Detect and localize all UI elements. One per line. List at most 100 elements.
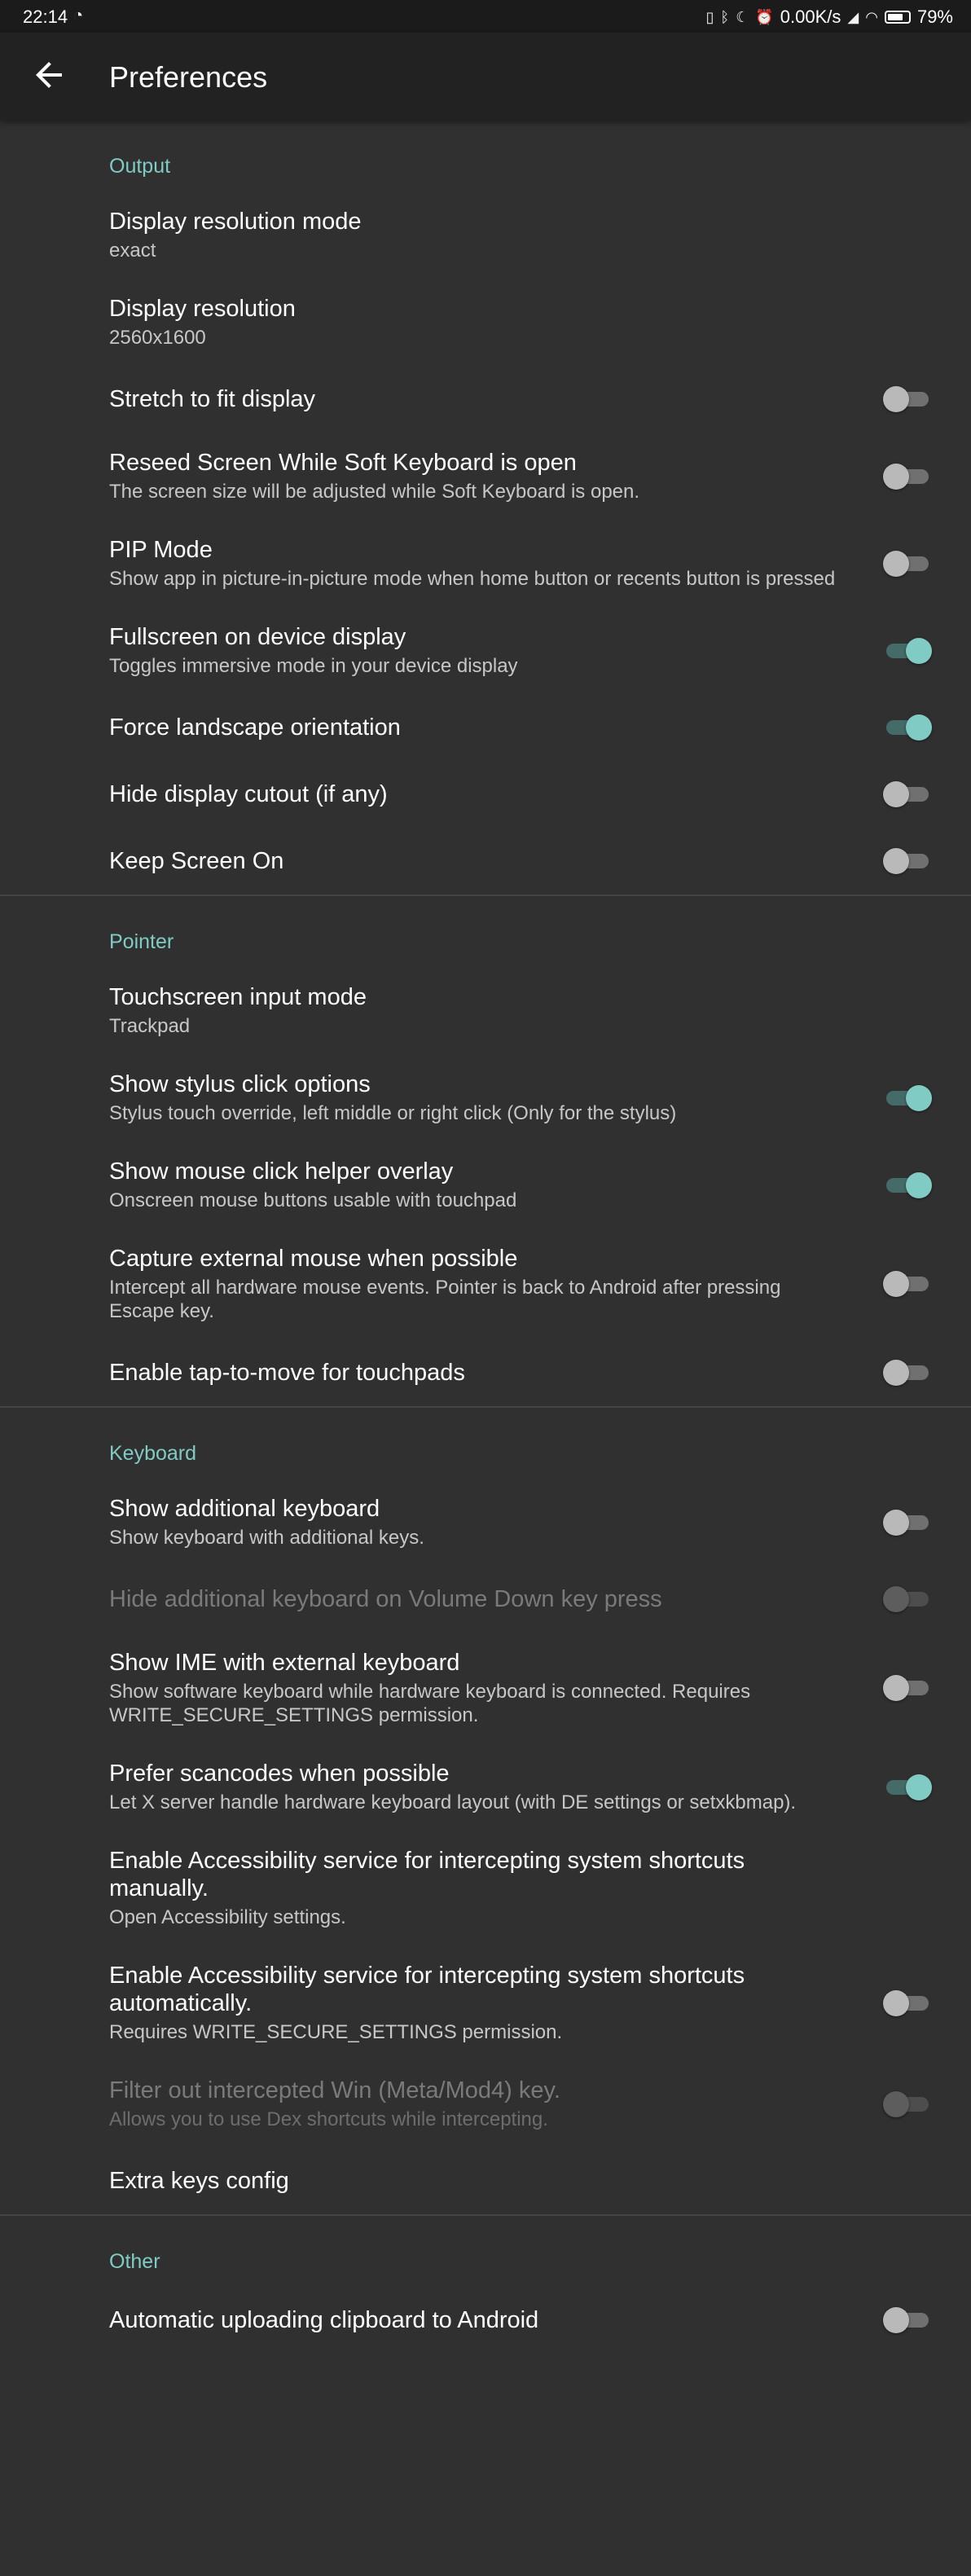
pref-summary: 2560x1600 xyxy=(109,327,206,349)
pref-prefer-scancodes[interactable]: Prefer scancodes when possible Let X ser… xyxy=(0,1743,971,1831)
pref-title: Fullscreen on device display xyxy=(109,624,406,650)
pref-title: Touchscreen input mode xyxy=(109,984,367,1010)
pref-display-resolution[interactable]: Display resolution 2560x1600 xyxy=(0,279,971,366)
capture-mouse-toggle[interactable] xyxy=(883,1269,932,1299)
pref-title: Prefer scancodes when possible xyxy=(109,1761,450,1787)
stylus-toggle[interactable] xyxy=(883,1084,932,1113)
landscape-toggle[interactable] xyxy=(883,713,932,742)
preferences-list: Output Display resolution mode exact Dis… xyxy=(0,121,971,2354)
pref-summary: Requires WRITE_SECURE_SETTINGS permissio… xyxy=(109,2021,563,2043)
pref-extra-keys-config[interactable]: Extra keys config xyxy=(0,2147,971,2214)
pref-title: Extra keys config xyxy=(109,2168,289,2194)
app-bar: Preferences xyxy=(0,33,971,121)
pref-summary: The screen size will be adjusted while S… xyxy=(109,481,640,503)
pref-fullscreen[interactable]: Fullscreen on device display Toggles imm… xyxy=(0,607,971,694)
battery-icon xyxy=(884,11,911,24)
status-icons: ▯ ᛒ ☾ ⏰ 0.00K/s ◢ ◠ 79% xyxy=(706,7,954,28)
section-pointer: Pointer Touchscreen input mode Trackpad … xyxy=(0,896,971,1408)
pref-accessibility-automatic[interactable]: Enable Accessibility service for interce… xyxy=(0,1945,971,2060)
pref-title: Force landscape orientation xyxy=(109,714,401,741)
pref-capture-external-mouse[interactable]: Capture external mouse when possible Int… xyxy=(0,1229,971,1339)
pref-title: Show stylus click options xyxy=(109,1071,371,1097)
pref-title: Show additional keyboard xyxy=(109,1496,380,1522)
clipboard-toggle[interactable] xyxy=(883,2306,932,2335)
pref-title: Show IME with external keyboard xyxy=(109,1650,460,1676)
pref-mouse-helper-overlay[interactable]: Show mouse click helper overlay Onscreen… xyxy=(0,1141,971,1229)
section-output: Output Display resolution mode exact Dis… xyxy=(0,121,971,896)
alarm-off-icon: ⏰ xyxy=(755,8,774,25)
pref-title: Capture external mouse when possible xyxy=(109,1246,518,1272)
pref-additional-keyboard[interactable]: Show additional keyboard Show keyboard w… xyxy=(0,1479,971,1566)
accessibility-auto-toggle[interactable] xyxy=(883,1989,932,2018)
mouse-helper-toggle[interactable] xyxy=(883,1171,932,1200)
pref-display-resolution-mode[interactable]: Display resolution mode exact xyxy=(0,191,971,279)
pref-summary: Open Accessibility settings. xyxy=(109,1906,346,1928)
pref-title: PIP Mode xyxy=(109,537,213,563)
pref-title: Show mouse click helper overlay xyxy=(109,1158,454,1185)
pref-tap-to-move[interactable]: Enable tap-to-move for touchpads xyxy=(0,1339,971,1406)
pref-title: Enable Accessibility service for interce… xyxy=(109,1963,745,2016)
cutout-toggle[interactable] xyxy=(883,780,932,809)
pref-title: Filter out intercepted Win (Meta/Mod4) k… xyxy=(109,2077,560,2103)
keep-screen-toggle[interactable] xyxy=(883,846,932,876)
wifi-icon: ◠ xyxy=(865,8,878,25)
section-header-keyboard: Keyboard xyxy=(109,1442,197,1465)
reseed-toggle[interactable] xyxy=(883,462,932,491)
tap-to-move-toggle[interactable] xyxy=(883,1358,932,1387)
section-header-output: Output xyxy=(109,155,171,178)
section-header-other: Other xyxy=(109,2250,160,2273)
pref-title: Hide display cutout (if any) xyxy=(109,781,388,807)
pref-pip-mode[interactable]: PIP Mode Show app in picture-in-picture … xyxy=(0,520,971,607)
pref-summary: Show keyboard with additional keys. xyxy=(109,1527,424,1549)
pref-title: Keep Screen On xyxy=(109,848,284,874)
fullscreen-toggle[interactable] xyxy=(883,636,932,666)
pref-summary: Allows you to use Dex shortcuts while in… xyxy=(109,2108,548,2130)
scancodes-toggle[interactable] xyxy=(883,1773,932,1802)
bluetooth-icon: ᛒ xyxy=(720,8,730,25)
arrow-back-icon[interactable] xyxy=(29,55,68,95)
pref-title: Stretch to fit display xyxy=(109,386,316,412)
status-time: 22:14 xyxy=(23,7,68,27)
pref-stretch-to-fit[interactable]: Stretch to fit display xyxy=(0,366,971,433)
pref-filter-win-key: Filter out intercepted Win (Meta/Mod4) k… xyxy=(0,2060,971,2147)
pip-toggle[interactable] xyxy=(883,549,932,578)
moon-icon: ☾ xyxy=(736,8,749,25)
app-notification-icon: ◔ xyxy=(73,7,84,24)
status-bar: 22:14 ◔ ▯ ᛒ ☾ ⏰ 0.00K/s ◢ ◠ 79% xyxy=(0,0,971,33)
pref-summary: Toggles immersive mode in your device di… xyxy=(109,655,518,677)
pref-force-landscape[interactable]: Force landscape orientation xyxy=(0,694,971,761)
pref-hide-cutout[interactable]: Hide display cutout (if any) xyxy=(0,761,971,828)
pref-title: Automatic uploading clipboard to Android xyxy=(109,2307,539,2333)
battery-percent: 79% xyxy=(916,7,953,27)
pref-summary: Trackpad xyxy=(109,1015,191,1037)
pref-touchscreen-input-mode[interactable]: Touchscreen input mode Trackpad xyxy=(0,967,971,1054)
pref-summary: Onscreen mouse buttons usable with touch… xyxy=(109,1189,517,1211)
pref-summary: Intercept all hardware mouse events. Poi… xyxy=(109,1277,781,1322)
pref-keep-screen-on[interactable]: Keep Screen On xyxy=(0,828,971,895)
pref-reseed-screen[interactable]: Reseed Screen While Soft Keyboard is ope… xyxy=(0,433,971,520)
pref-summary: Show software keyboard while hardware ke… xyxy=(109,1681,751,1726)
pref-title: Enable tap-to-move for touchpads xyxy=(109,1360,465,1386)
pref-clipboard-upload[interactable]: Automatic uploading clipboard to Android xyxy=(0,2287,971,2354)
pref-title: Display resolution mode xyxy=(109,209,362,235)
pref-summary: Show app in picture-in-picture mode when… xyxy=(109,568,836,590)
signal-icon: ◢ xyxy=(847,8,859,25)
section-other: Other Automatic uploading clipboard to A… xyxy=(0,2216,971,2354)
pref-stylus-click-options[interactable]: Show stylus click options Stylus touch o… xyxy=(0,1054,971,1141)
pref-summary: Stylus touch override, left middle or ri… xyxy=(109,1102,677,1124)
page-title: Preferences xyxy=(109,60,268,94)
pref-summary: Let X server handle hardware keyboard la… xyxy=(109,1791,797,1813)
pref-hide-keyboard-volume-down: Hide additional keyboard on Volume Down … xyxy=(0,1566,971,1633)
ime-toggle[interactable] xyxy=(883,1673,932,1703)
stretch-toggle[interactable] xyxy=(883,385,932,414)
vibrate-icon: ▯ xyxy=(705,8,714,25)
pref-title: Reseed Screen While Soft Keyboard is ope… xyxy=(109,450,577,476)
pref-summary: exact xyxy=(109,240,156,262)
pref-title: Hide additional keyboard on Volume Down … xyxy=(109,1586,662,1612)
section-header-pointer: Pointer xyxy=(109,930,174,953)
pref-title: Display resolution xyxy=(109,296,296,322)
additional-keyboard-toggle[interactable] xyxy=(883,1508,932,1537)
pref-ime-external-keyboard[interactable]: Show IME with external keyboard Show sof… xyxy=(0,1633,971,1743)
win-key-toggle xyxy=(883,2090,932,2119)
pref-accessibility-manual[interactable]: Enable Accessibility service for interce… xyxy=(0,1831,971,1945)
